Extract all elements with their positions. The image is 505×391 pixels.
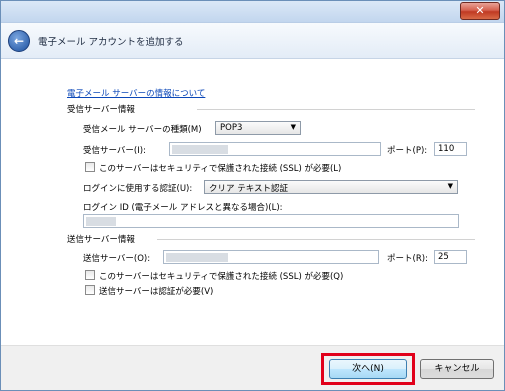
wizard-footer: 次へ(N) キャンセル (1, 345, 504, 390)
incoming-port-value: 110 (438, 144, 455, 154)
outgoing-ssl-checkbox[interactable] (85, 270, 95, 280)
incoming-divider (197, 109, 475, 110)
title-bar: ✕ (1, 1, 504, 23)
incoming-type-value: POP3 (220, 123, 243, 133)
next-button[interactable]: 次へ(N) (329, 359, 407, 379)
outgoing-divider (157, 239, 475, 240)
incoming-type-select[interactable]: POP3 ▼ (215, 121, 301, 135)
outgoing-auth-label: 送信サーバーは認証が必要(V) (99, 287, 214, 297)
about-server-info-link[interactable]: 電子メール サーバーの情報について (67, 87, 205, 99)
incoming-auth-select[interactable]: クリア テキスト認証 ▼ (204, 180, 458, 194)
outgoing-auth-checkbox[interactable] (85, 285, 95, 295)
incoming-server-input[interactable] (169, 142, 381, 156)
masked-value (86, 217, 116, 226)
incoming-section-title: 受信サーバー情報 (67, 105, 135, 115)
wizard-header: ← 電子メール アカウントを追加する (1, 23, 504, 59)
outgoing-section-title: 送信サーバー情報 (67, 235, 135, 245)
incoming-auth-label: ログインに使用する認証(U): (83, 184, 193, 194)
close-button[interactable]: ✕ (460, 2, 500, 20)
page-title: 電子メール アカウントを追加する (38, 37, 184, 48)
incoming-type-label: 受信メール サーバーの種類(M) (83, 125, 202, 135)
masked-value (172, 145, 228, 154)
next-button-label: 次へ(N) (352, 364, 384, 374)
login-id-label: ログイン ID (電子メール アドレスと異なる場合)(L): (83, 203, 283, 213)
incoming-auth-value: クリア テキスト認証 (209, 184, 288, 194)
back-arrow-icon: ← (13, 34, 25, 48)
outgoing-server-input[interactable] (163, 250, 379, 264)
add-email-account-window: ✕ ← 電子メール アカウントを追加する 電子メール サーバーの情報について 受… (0, 0, 505, 391)
outgoing-ssl-label: このサーバーはセキュリティで保護された接続 (SSL) が必要(Q) (99, 272, 344, 282)
cancel-button[interactable]: キャンセル (420, 359, 494, 379)
incoming-port-label: ポート(P): (387, 146, 428, 156)
back-button[interactable]: ← (8, 30, 30, 52)
incoming-ssl-label: このサーバーはセキュリティで保護された接続 (SSL) が必要(L) (99, 164, 342, 174)
masked-value (166, 253, 228, 262)
outgoing-port-input[interactable]: 25 (434, 250, 467, 264)
close-icon: ✕ (475, 4, 485, 17)
incoming-server-label: 受信サーバー(I): (83, 146, 146, 156)
cancel-button-label: キャンセル (434, 364, 480, 374)
outgoing-port-label: ポート(R): (387, 254, 428, 264)
outgoing-port-value: 25 (438, 252, 449, 262)
chevron-down-icon: ▼ (447, 182, 453, 190)
incoming-ssl-checkbox[interactable] (85, 162, 95, 172)
incoming-port-input[interactable]: 110 (434, 142, 467, 156)
main-content: 電子メール サーバーの情報について 受信サーバー情報 受信メール サーバーの種類… (1, 60, 504, 345)
chevron-down-icon: ▼ (290, 123, 296, 131)
outgoing-server-label: 送信サーバー(O): (83, 254, 151, 264)
login-id-input[interactable] (83, 214, 459, 228)
